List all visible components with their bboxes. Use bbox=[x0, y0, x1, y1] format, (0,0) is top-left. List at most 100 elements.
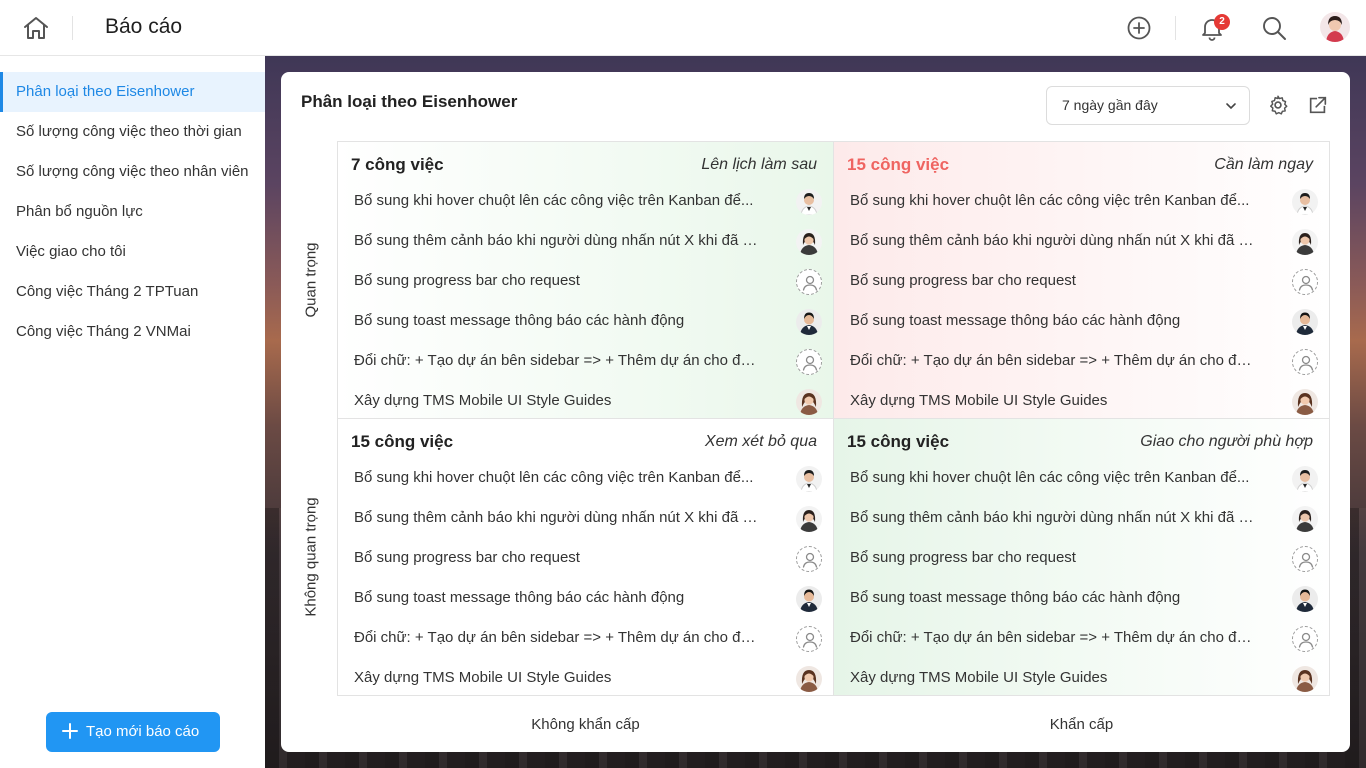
task-name: Đổi chữ: + Tạo dự án bên sidebar => + Th… bbox=[850, 629, 1255, 646]
assignee-avatar[interactable] bbox=[1292, 586, 1318, 612]
task-row[interactable]: Đổi chữ: + Tạo dự án bên sidebar => + Th… bbox=[338, 619, 833, 659]
task-name: Bổ sung progress bar cho request bbox=[850, 549, 1076, 566]
task-name: Bổ sung progress bar cho request bbox=[354, 272, 580, 289]
create-report-button[interactable]: Tạo mới báo cáo bbox=[46, 712, 220, 752]
task-name: Bổ sung khi hover chuột lên các công việ… bbox=[354, 469, 754, 486]
create-report-label: Tạo mới báo cáo bbox=[86, 723, 200, 740]
unassigned-user-icon[interactable] bbox=[796, 546, 822, 572]
sidebar-item-feb-vnmai[interactable]: Công việc Tháng 2 VNMai bbox=[0, 312, 265, 352]
task-row[interactable]: Bổ sung toast message thông báo các hành… bbox=[338, 579, 833, 619]
assignee-avatar[interactable] bbox=[1292, 309, 1318, 335]
assignee-avatar[interactable] bbox=[1292, 189, 1318, 215]
axis-label-not-urgent: Không khẩn cấp bbox=[531, 716, 640, 733]
eisenhower-card: Phân loại theo Eisenhower 7 ngày gần đây… bbox=[281, 72, 1350, 752]
unassigned-user-icon[interactable] bbox=[1292, 626, 1318, 652]
task-name: Bổ sung progress bar cho request bbox=[850, 272, 1076, 289]
unassigned-user-icon[interactable] bbox=[1292, 269, 1318, 295]
task-row[interactable]: Bổ sung thêm cảnh báo khi người dùng nhấ… bbox=[834, 499, 1329, 539]
assignee-avatar[interactable] bbox=[796, 309, 822, 335]
sidebar-item-feb-tptuan[interactable]: Công việc Tháng 2 TPTuan bbox=[0, 272, 265, 312]
quadrant-count: 15 công việc bbox=[847, 155, 950, 174]
task-name: Bổ sung toast message thông báo các hành… bbox=[850, 312, 1181, 329]
task-list: Bổ sung khi hover chuột lên các công việ… bbox=[338, 459, 833, 695]
search-icon[interactable] bbox=[1260, 14, 1288, 42]
unassigned-user-icon[interactable] bbox=[796, 269, 822, 295]
task-row[interactable]: Bổ sung khi hover chuột lên các công việ… bbox=[834, 182, 1329, 222]
top-bar: Báo cáo 2 bbox=[0, 0, 1366, 56]
task-list: Bổ sung khi hover chuột lên các công việ… bbox=[338, 182, 833, 418]
task-row[interactable]: Đổi chữ: + Tạo dự án bên sidebar => + Th… bbox=[338, 342, 833, 382]
card-title: Phân loại theo Eisenhower bbox=[301, 92, 518, 111]
assignee-avatar[interactable] bbox=[796, 189, 822, 215]
sidebar-item-resource-allocation[interactable]: Phân bổ nguồn lực bbox=[0, 192, 265, 232]
sidebar-item-assigned-to-me[interactable]: Việc giao cho tôi bbox=[0, 232, 265, 272]
task-row[interactable]: Bổ sung progress bar cho request bbox=[834, 539, 1329, 579]
task-row[interactable]: Xây dựng TMS Mobile UI Style Guides bbox=[834, 659, 1329, 695]
task-name: Bổ sung thêm cảnh báo khi người dùng nhấ… bbox=[850, 232, 1255, 249]
quadrant-count: 15 công việc bbox=[847, 432, 950, 451]
assignee-avatar[interactable] bbox=[796, 229, 822, 255]
quadrant-label: Xem xét bỏ qua bbox=[704, 433, 817, 450]
quadrant-count: 7 công việc bbox=[351, 155, 444, 174]
sidebar: Phân loại theo Eisenhower Số lượng công … bbox=[0, 56, 265, 768]
task-row[interactable]: Bổ sung toast message thông báo các hành… bbox=[834, 579, 1329, 619]
task-row[interactable]: Đổi chữ: + Tạo dự án bên sidebar => + Th… bbox=[834, 342, 1329, 382]
task-row[interactable]: Bổ sung toast message thông báo các hành… bbox=[834, 302, 1329, 342]
assignee-avatar[interactable] bbox=[1292, 506, 1318, 532]
task-row[interactable]: Bổ sung khi hover chuột lên các công việ… bbox=[834, 459, 1329, 499]
task-row[interactable]: Bổ sung khi hover chuột lên các công việ… bbox=[338, 182, 833, 222]
plus-circle-icon[interactable] bbox=[1125, 14, 1153, 42]
task-name: Đổi chữ: + Tạo dự án bên sidebar => + Th… bbox=[354, 352, 759, 369]
axis-label-urgent: Khẩn cấp bbox=[1049, 716, 1114, 733]
date-range-select[interactable]: 7 ngày gần đây bbox=[1046, 86, 1250, 125]
divider bbox=[1175, 16, 1176, 40]
assignee-avatar[interactable] bbox=[796, 666, 822, 692]
task-name: Bổ sung toast message thông báo các hành… bbox=[354, 589, 685, 606]
task-name: Bổ sung toast message thông báo các hành… bbox=[850, 589, 1181, 606]
axis-label-important: Quan trọng bbox=[301, 141, 321, 419]
task-name: Bổ sung thêm cảnh báo khi người dùng nhấ… bbox=[354, 509, 759, 526]
task-name: Đổi chữ: + Tạo dự án bên sidebar => + Th… bbox=[850, 352, 1255, 369]
assignee-avatar[interactable] bbox=[1292, 666, 1318, 692]
external-link-icon[interactable] bbox=[1307, 94, 1329, 116]
quadrant-label: Giao cho người phù hợp bbox=[1140, 433, 1313, 450]
assignee-avatar[interactable] bbox=[796, 389, 822, 415]
assignee-avatar[interactable] bbox=[796, 506, 822, 532]
date-range-value: 7 ngày gần đây bbox=[1062, 97, 1158, 113]
sidebar-item-tasks-by-employee[interactable]: Số lượng công việc theo nhân viên bbox=[0, 152, 265, 192]
unassigned-user-icon[interactable] bbox=[1292, 349, 1318, 375]
task-row[interactable]: Bổ sung thêm cảnh báo khi người dùng nhấ… bbox=[338, 499, 833, 539]
assignee-avatar[interactable] bbox=[1292, 229, 1318, 255]
sidebar-item-eisenhower[interactable]: Phân loại theo Eisenhower bbox=[0, 72, 265, 112]
task-row[interactable]: Bổ sung toast message thông báo các hành… bbox=[338, 302, 833, 342]
unassigned-user-icon[interactable] bbox=[796, 626, 822, 652]
home-icon[interactable] bbox=[22, 15, 50, 41]
task-row[interactable]: Bổ sung thêm cảnh báo khi người dùng nhấ… bbox=[834, 222, 1329, 262]
quadrant-schedule: 7 công việc Lên lịch làm sau Bổ sung khi… bbox=[337, 141, 834, 419]
gear-icon[interactable] bbox=[1267, 94, 1289, 116]
task-row[interactable]: Xây dựng TMS Mobile UI Style Guides bbox=[338, 382, 833, 418]
task-row[interactable]: Xây dựng TMS Mobile UI Style Guides bbox=[834, 382, 1329, 418]
task-row[interactable]: Xây dựng TMS Mobile UI Style Guides bbox=[338, 659, 833, 695]
sidebar-item-tasks-by-time[interactable]: Số lượng công việc theo thời gian bbox=[0, 112, 265, 152]
task-row[interactable]: Bổ sung progress bar cho request bbox=[338, 539, 833, 579]
notification-badge: 2 bbox=[1214, 14, 1230, 30]
task-row[interactable]: Bổ sung thêm cảnh báo khi người dùng nhấ… bbox=[338, 222, 833, 262]
task-name: Bổ sung thêm cảnh báo khi người dùng nhấ… bbox=[354, 232, 759, 249]
unassigned-user-icon[interactable] bbox=[796, 349, 822, 375]
task-row[interactable]: Bổ sung progress bar cho request bbox=[834, 262, 1329, 302]
axis-label-important-text: Quan trọng bbox=[302, 242, 320, 318]
task-row[interactable]: Bổ sung progress bar cho request bbox=[338, 262, 833, 302]
assignee-avatar[interactable] bbox=[796, 586, 822, 612]
quadrant-delegate: 15 công việc Giao cho người phù hợp Bổ s… bbox=[833, 418, 1330, 696]
task-list: Bổ sung khi hover chuột lên các công việ… bbox=[834, 182, 1329, 418]
user-avatar[interactable] bbox=[1320, 12, 1350, 42]
task-row[interactable]: Đổi chữ: + Tạo dự án bên sidebar => + Th… bbox=[834, 619, 1329, 659]
assignee-avatar[interactable] bbox=[796, 466, 822, 492]
chevron-down-icon bbox=[1226, 103, 1236, 110]
task-row[interactable]: Bổ sung khi hover chuột lên các công việ… bbox=[338, 459, 833, 499]
unassigned-user-icon[interactable] bbox=[1292, 546, 1318, 572]
task-name: Bổ sung progress bar cho request bbox=[354, 549, 580, 566]
assignee-avatar[interactable] bbox=[1292, 466, 1318, 492]
assignee-avatar[interactable] bbox=[1292, 389, 1318, 415]
